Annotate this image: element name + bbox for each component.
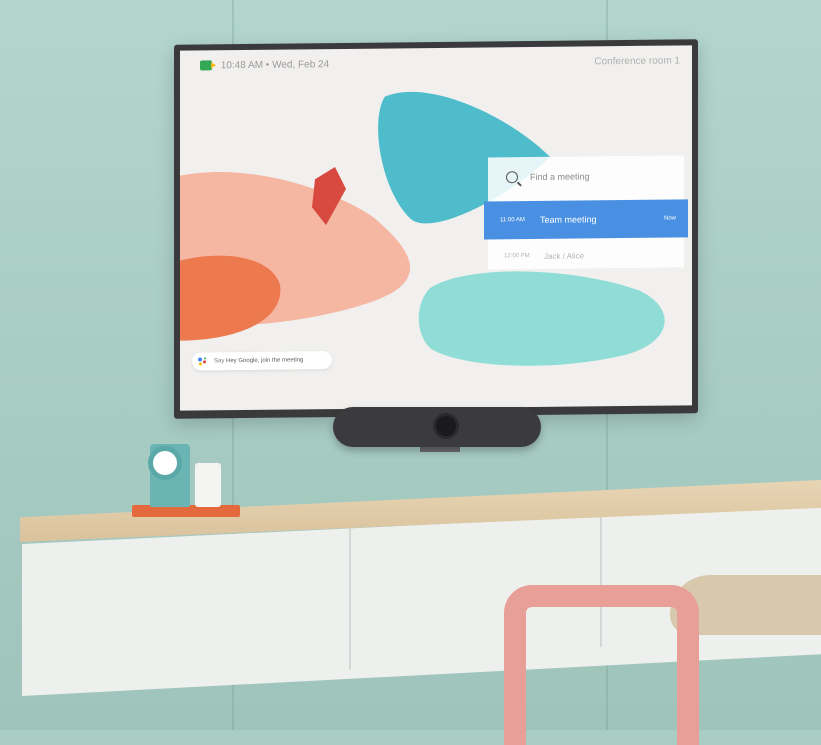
meeting-title: Jack / Alice [544, 250, 585, 261]
room-name: Conference room 1 [594, 55, 680, 68]
now-badge: Now [663, 215, 676, 222]
meeting-row-active[interactable]: 11:00 AM Team meeting Now [484, 199, 688, 240]
search-icon [506, 171, 518, 184]
meeting-time: 11:00 AM [500, 217, 525, 224]
google-meet-icon [200, 60, 212, 71]
assistant-prompt: Say Hey Google, join the meeting [192, 351, 332, 371]
google-assistant-icon [198, 357, 208, 366]
tape-roll [148, 446, 182, 480]
white-cup [195, 463, 221, 507]
meeting-time: 12:00 PM [504, 253, 530, 260]
status-bar: 10:48 AM • Wed, Feb 24 [200, 59, 329, 71]
clock-date: 10:48 AM • Wed, Feb 24 [220, 59, 330, 72]
assistant-hint: Hey Google, join the meeting [226, 357, 304, 365]
camera-lens [433, 413, 459, 439]
meeting-title: Team meeting [540, 214, 597, 225]
search-placeholder: Find a meeting [530, 171, 590, 183]
assistant-say: Say Hey Google, join the meeting [214, 357, 304, 365]
meeting-panel: Find a meeting 11:00 AM Team meeting Now… [484, 155, 688, 270]
tv-screen: 10:48 AM • Wed, Feb 24 Conference room 1… [180, 45, 692, 411]
pink-chair [504, 585, 699, 745]
meeting-row[interactable]: 12:00 PM Jack / Alice [488, 241, 684, 269]
search-bar[interactable]: Find a meeting [488, 155, 684, 197]
cabinet-door-seam [349, 520, 351, 670]
